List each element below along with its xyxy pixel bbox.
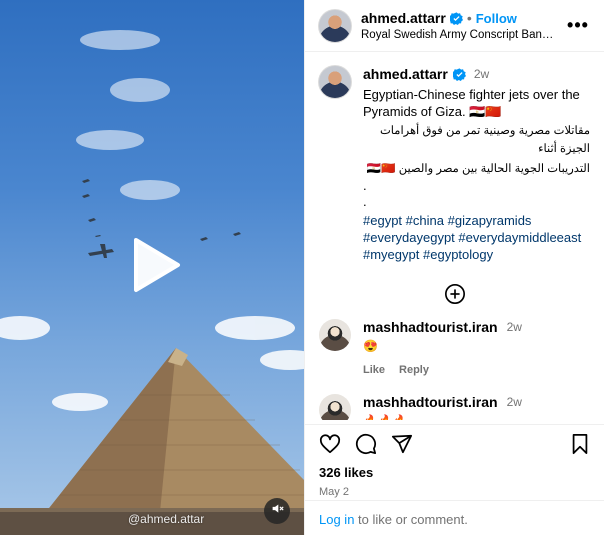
audio-track-link[interactable]: Royal Swedish Army Conscript Band, ... <box>361 29 556 41</box>
video-watermark: @ahmed.attar <box>128 512 205 526</box>
commenter-username[interactable]: mashhadtourist.iran <box>363 394 498 410</box>
mute-icon <box>271 502 284 520</box>
hashtag-link[interactable]: #everydayegypt <box>363 230 455 245</box>
header-separator: • <box>466 10 472 26</box>
commenter-avatar[interactable] <box>319 394 351 420</box>
comment-icon[interactable] <box>355 433 377 455</box>
more-options-icon[interactable]: ••• <box>566 15 590 36</box>
commenter-avatar[interactable] <box>319 319 351 351</box>
share-icon[interactable] <box>391 433 413 455</box>
author-avatar[interactable] <box>319 9 351 42</box>
hashtag-link[interactable]: #gizapyramids <box>448 213 532 228</box>
post-header: ahmed.attarr • Follow Royal Swedish Army… <box>305 0 604 52</box>
follow-button[interactable]: Follow <box>476 11 517 26</box>
play-icon[interactable] <box>124 234 186 296</box>
login-prompt-text: to like or comment. <box>354 512 468 527</box>
author-username[interactable]: ahmed.attarr <box>361 10 446 26</box>
comment-item: mashhadtourist.iran 2w 😍 Like Reply <box>319 319 590 376</box>
hashtag-link[interactable]: #everydaymiddleeast <box>458 230 581 245</box>
like-count[interactable]: 326 likes <box>319 465 591 480</box>
verified-badge-icon <box>452 68 466 81</box>
commenter-username[interactable]: mashhadtourist.iran <box>363 319 498 335</box>
hashtag-link[interactable]: #egyptology <box>423 247 493 262</box>
caption-text: Egyptian-Chinese fighter jets over the P… <box>363 87 580 119</box>
caption-avatar[interactable] <box>319 66 351 98</box>
hashtag-link[interactable]: #china <box>406 213 444 228</box>
load-more-comments <box>319 283 590 305</box>
comment-time[interactable]: 2w <box>507 395 522 409</box>
caption-arabic-line: التدريبات الجوية الحالية بين مصر والصين … <box>366 163 590 175</box>
add-circle-icon[interactable] <box>444 283 466 305</box>
login-link[interactable]: Log in <box>319 512 354 527</box>
comment-text: 😍 <box>363 339 378 353</box>
caption-time[interactable]: 2w <box>474 66 489 83</box>
comment-item: mashhadtourist.iran 2w 🔥🔥🔥 <box>319 394 590 420</box>
comment-time[interactable]: 2w <box>507 320 522 334</box>
hashtag-link[interactable]: #myegypt <box>363 247 419 262</box>
caption-dot: . <box>363 194 367 209</box>
caption-arabic-line: مقاتلات مصرية وصينية تمر من فوق أهرامات … <box>379 125 590 155</box>
hashtag-link[interactable]: #egypt <box>363 213 402 228</box>
post-date[interactable]: May 2 <box>319 486 591 498</box>
caption: ahmed.attarr 2w Egyptian-Chinese fighter… <box>319 66 590 263</box>
comment-reply-button[interactable]: Reply <box>399 364 429 376</box>
post-sidebar: ahmed.attarr • Follow Royal Swedish Army… <box>304 0 604 535</box>
hashtag-list: #egypt #china #gizapyramids #everydayegy… <box>363 212 590 263</box>
comment-text: 🔥🔥🔥 <box>363 414 590 420</box>
bookmark-icon[interactable] <box>569 433 591 455</box>
comment-like-button[interactable]: Like <box>363 364 385 376</box>
mute-button[interactable] <box>264 498 290 524</box>
comments-section: ahmed.attarr 2w Egyptian-Chinese fighter… <box>305 52 604 420</box>
caption-dot: . <box>363 178 367 193</box>
verified-badge-icon <box>449 11 463 25</box>
post-media[interactable]: @ahmed.attar <box>0 0 304 535</box>
heart-icon[interactable] <box>319 433 341 455</box>
post-actions: 326 likes May 2 <box>305 424 604 498</box>
caption-username[interactable]: ahmed.attarr <box>363 66 448 83</box>
login-prompt: Log in to like or comment. <box>305 500 604 535</box>
